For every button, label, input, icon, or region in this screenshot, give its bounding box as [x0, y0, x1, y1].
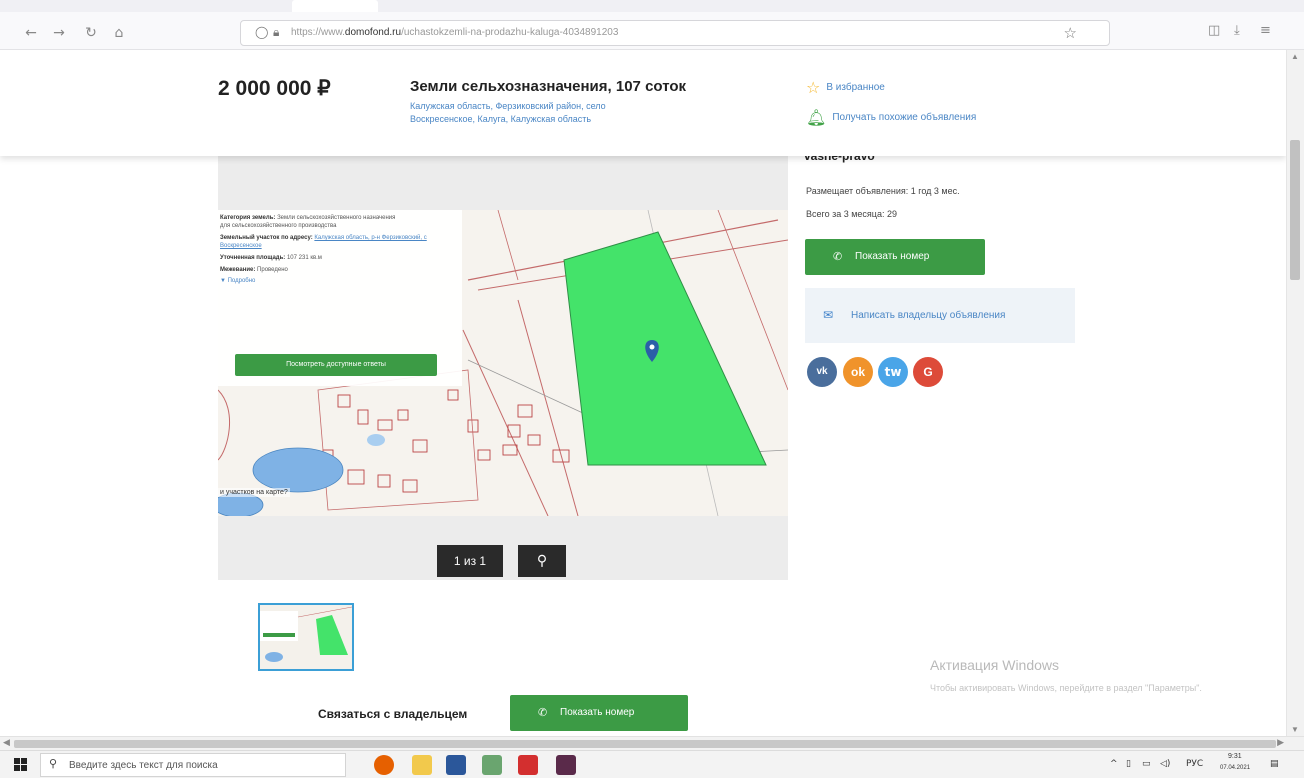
area-value: 107 231 кв.м — [286, 255, 322, 261]
url-path: /uchastokzemli-na-prodazhu-kaluga-403489… — [401, 27, 619, 38]
horizontal-scroll-thumb[interactable] — [14, 740, 1276, 748]
horizontal-scrollbar[interactable]: ◀ ▶ — [0, 736, 1304, 750]
forward-icon[interactable]: → — [48, 22, 70, 44]
photo-counter: 1 из 1 — [437, 545, 503, 577]
phone-icon: ✆ — [833, 250, 843, 263]
tray-expand-icon[interactable]: ^ — [1110, 759, 1118, 769]
category-label: Категория земель: — [220, 215, 276, 221]
category-row: Категория земель: Земли сельскохозяйстве… — [220, 214, 460, 222]
seller-listing-count: Всего за 3 месяца: 29 — [806, 209, 897, 219]
activation-watermark-text: Чтобы активировать Windows, перейдите в … — [930, 683, 1202, 693]
network-icon[interactable]: ▭ — [1142, 759, 1151, 769]
vk-share-icon[interactable]: vk — [807, 357, 837, 387]
clock-date[interactable]: 07.04.2021 — [1220, 765, 1250, 771]
windows-taskbar: ⚲ Введите здесь текст для поиска ^ ▯ ▭ ◁… — [0, 750, 1304, 778]
word-app-icon[interactable] — [446, 755, 466, 775]
windows-start-icon[interactable] — [14, 758, 28, 772]
area-row: Уточненная площадь: 107 231 кв.м — [220, 254, 460, 262]
category-value: Земли сельскохозяйственного назначения — [277, 215, 396, 221]
browser-toolbar: ← → ↻ ⌂ ◯ 🔒︎ https://www.domofond.ru/uch… — [0, 0, 1304, 50]
firefox-app-icon[interactable] — [374, 755, 394, 775]
back-icon[interactable]: ← — [20, 22, 42, 44]
home-icon[interactable]: ⌂ — [108, 22, 130, 44]
address-line-1[interactable]: Калужская область, Ферзиковский район, с… — [410, 100, 700, 113]
taskbar-search-input[interactable]: ⚲ Введите здесь текст для поиска — [40, 753, 346, 777]
photo-thumbnail[interactable] — [258, 603, 354, 671]
lock-icon[interactable]: 🔒︎ — [273, 25, 279, 40]
thumbnail-drawing — [260, 605, 352, 669]
search-placeholder: Введите здесь текст для поиска — [69, 760, 218, 771]
mail-icon: ✉ — [823, 308, 834, 322]
listing-title: Земли сельхозназначения, 107 соток — [410, 78, 687, 95]
survey-value: Проведено — [257, 267, 288, 273]
map-question-text: и участков на карте? — [218, 488, 290, 497]
google-share-icon[interactable]: G — [913, 357, 943, 387]
vertical-scroll-thumb[interactable] — [1290, 140, 1300, 280]
pdf-app-icon[interactable] — [518, 755, 538, 775]
scroll-down-icon[interactable]: ▼ — [1291, 725, 1299, 734]
url-domain: domofond.ru — [344, 27, 402, 38]
reload-icon[interactable]: ↻ — [80, 22, 102, 44]
write-owner-label: Написать владельцу объявления — [851, 310, 1006, 321]
address-row: Земельный участок по адресу: Калужская о… — [220, 234, 460, 250]
star-icon: ☆ — [806, 78, 821, 97]
bookmark-star-icon[interactable]: ☆ — [1064, 24, 1077, 42]
scroll-up-icon[interactable]: ▲ — [1291, 52, 1299, 61]
survey-row: Межевание: Проведено — [220, 266, 460, 274]
address-bar[interactable]: ◯ 🔒︎ https://www.domofond.ru/uchastokzem… — [240, 20, 1110, 46]
phone-icon: ✆ — [538, 706, 548, 719]
bottom-phone-label: Показать номер — [560, 707, 635, 718]
shield-icon[interactable]: ◯ — [255, 25, 268, 39]
favorite-link[interactable]: ☆ В избранное — [806, 78, 885, 97]
search-icon: ⚲ — [49, 757, 58, 770]
notifications-icon[interactable]: ▤ — [1270, 759, 1279, 769]
twitter-share-icon[interactable]: tw — [878, 357, 908, 387]
url-prefix: https://www. — [291, 27, 345, 38]
listing-price: 2 000 000 ₽ — [218, 77, 331, 100]
usage-row: для сельскохозяйственного производства — [220, 223, 337, 229]
survey-label: Межевание: — [220, 267, 256, 273]
contact-owner-label: Связаться с владельцем — [318, 707, 468, 721]
activation-watermark-title: Активация Windows — [930, 657, 1060, 673]
details-toggle[interactable]: ▼ Подробно — [220, 278, 460, 284]
similar-listings-link[interactable]: 🔔︎ Получать похожие объявления — [806, 108, 976, 127]
write-owner-button[interactable]: ✉ Написать владельцу объявления — [805, 288, 1075, 343]
scroll-right-icon[interactable]: ▶ — [1277, 737, 1284, 748]
bell-icon: 🔔︎ — [806, 108, 827, 127]
battery-icon[interactable]: ▯ — [1126, 759, 1131, 769]
vertical-scrollbar[interactable]: ▲ ▼ — [1286, 50, 1304, 736]
seller-since: Размещает объявления: 1 год 3 мес. — [806, 186, 960, 196]
ok-share-icon[interactable]: ok — [843, 357, 873, 387]
bottom-show-phone-button[interactable]: ✆ Показать номер — [510, 695, 688, 731]
area-label: Уточненная площадь: — [220, 255, 286, 261]
pocket-icon[interactable]: ◫ — [1208, 23, 1220, 38]
zoom-icon[interactable]: ⚲ — [518, 545, 566, 577]
show-phone-label: Показать номер — [855, 251, 930, 262]
listing-address[interactable]: Калужская область, Ферзиковский район, с… — [410, 100, 700, 126]
browser-tab[interactable] — [292, 0, 378, 12]
parcel-info-panel: Категория земель: Земли сельскохозяйстве… — [218, 210, 462, 386]
favorite-label: В избранное — [826, 82, 885, 94]
download-icon[interactable]: ⤓ — [1234, 23, 1240, 38]
media-app-icon[interactable] — [556, 755, 576, 775]
sticky-header: 2 000 000 ₽ Земли сельхозназначения, 107… — [0, 50, 1286, 156]
clock-time[interactable]: 9:31 — [1228, 753, 1242, 760]
parcel-address-label: Земельный участок по адресу: — [220, 235, 313, 241]
url-text[interactable]: https://www.domofond.ru/uchastokzemli-na… — [291, 27, 618, 38]
scroll-left-icon[interactable]: ◀ — [3, 737, 10, 748]
address-line-2[interactable]: Воскресенское, Калуга, Калужская область — [410, 113, 700, 126]
extensions-icon[interactable]: ≡ — [1260, 23, 1271, 38]
excel-app-icon[interactable] — [482, 755, 502, 775]
similar-label: Получать похожие объявления — [832, 112, 977, 124]
page-viewport: 2 000 000 ₽ Земли сельхозназначения, 107… — [0, 50, 1286, 736]
show-phone-button[interactable]: ✆ Показать номер — [805, 239, 985, 275]
explorer-app-icon[interactable] — [412, 755, 432, 775]
cadastral-map-image[interactable]: Категория земель: Земли сельскохозяйстве… — [218, 210, 788, 516]
tab-strip — [0, 0, 1304, 12]
view-answers-button[interactable]: Посмотреть доступные ответы — [235, 354, 437, 376]
language-indicator[interactable]: РУС — [1186, 759, 1203, 769]
volume-icon[interactable]: ◁) — [1160, 759, 1170, 769]
